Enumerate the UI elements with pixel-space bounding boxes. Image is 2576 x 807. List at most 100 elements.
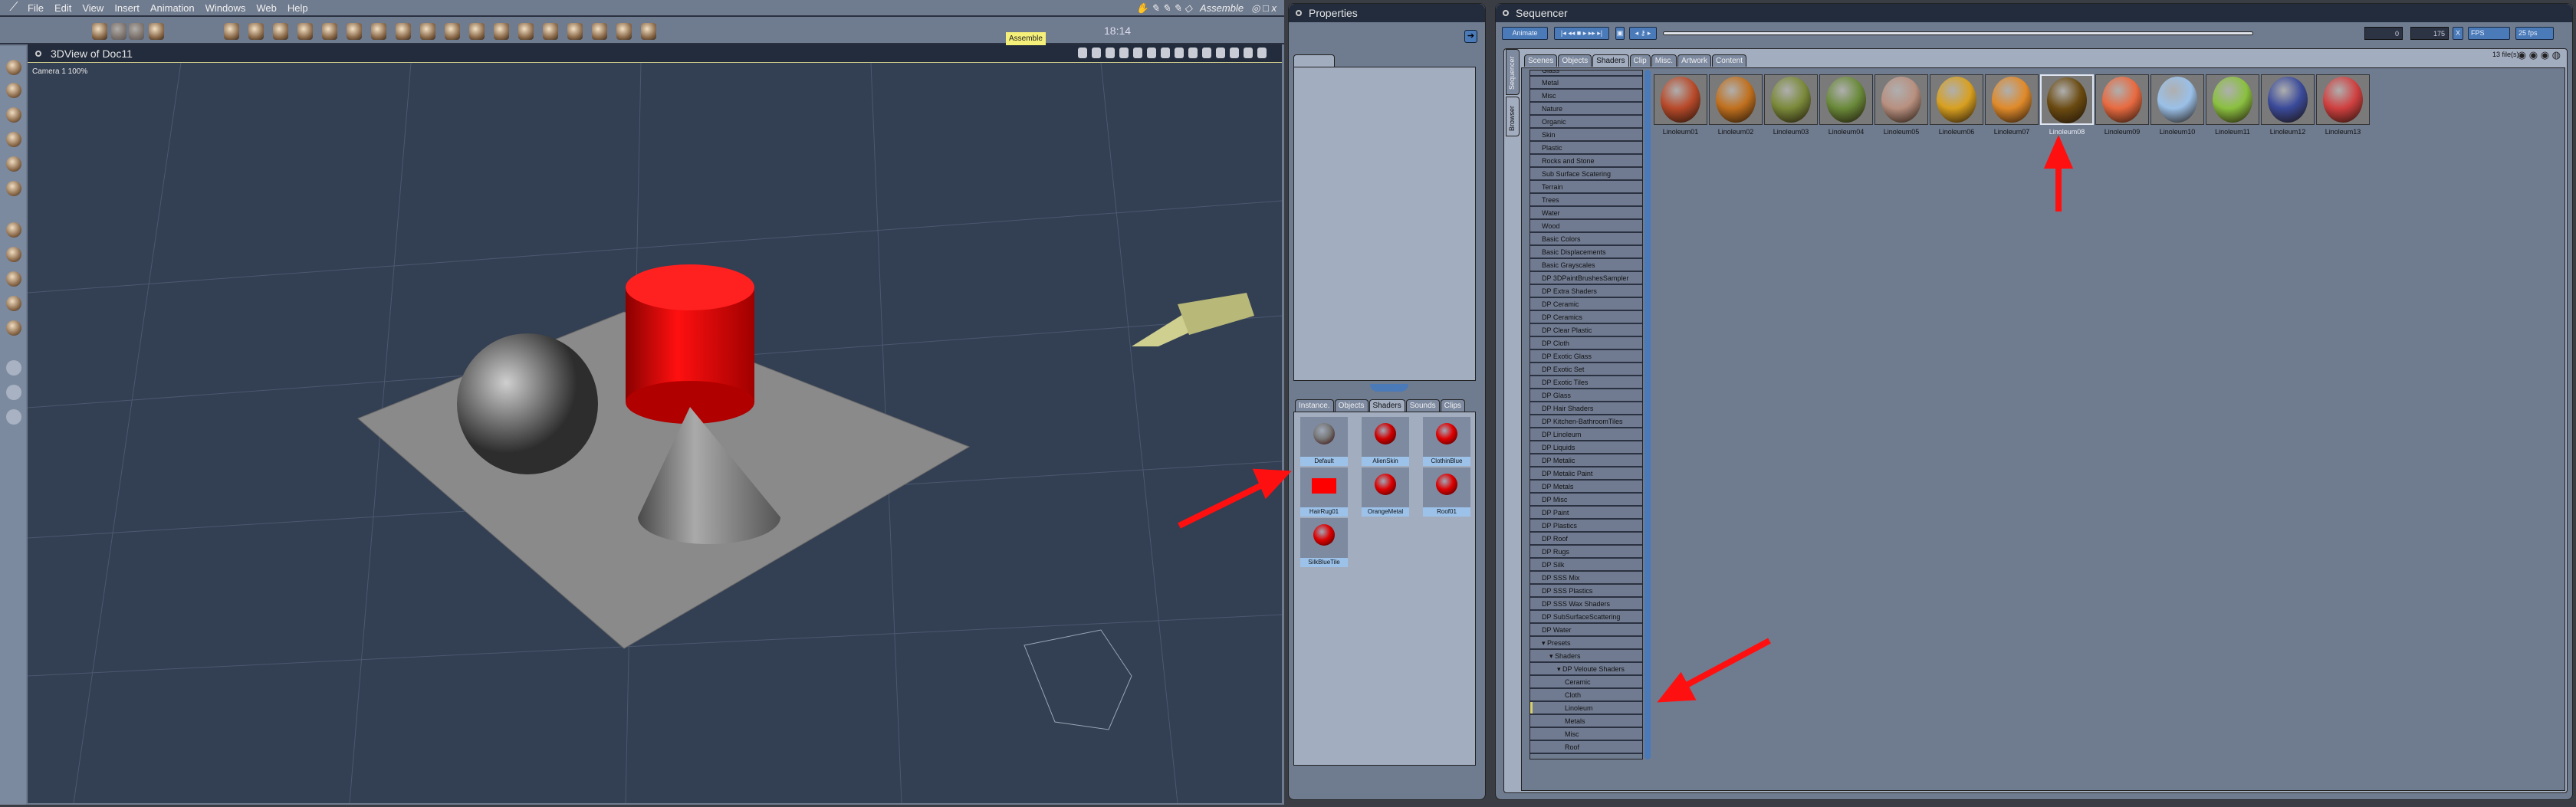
category-item[interactable]: DP Extra Shaders — [1530, 285, 1642, 298]
menu-animation[interactable]: Animation — [150, 2, 195, 14]
category-item[interactable]: Organic — [1530, 116, 1642, 129]
primitive-icon[interactable] — [273, 23, 288, 40]
camera-pan-icon[interactable] — [6, 247, 21, 262]
layout-icon[interactable] — [1175, 48, 1184, 58]
camera-orbit-icon[interactable] — [6, 271, 21, 287]
light-arrow[interactable] — [1132, 293, 1254, 346]
tab-objects[interactable]: Objects — [1334, 399, 1368, 412]
primitive-icon[interactable] — [592, 23, 607, 40]
tab-content[interactable]: Content — [1712, 54, 1747, 67]
window-menu-icon[interactable] — [1296, 10, 1302, 16]
tab-objects[interactable]: Objects — [1558, 54, 1592, 67]
sphere[interactable] — [457, 333, 598, 474]
primitive-icon[interactable] — [641, 23, 656, 40]
category-item[interactable]: Wood — [1530, 220, 1642, 233]
category-item[interactable]: Linoleum — [1530, 702, 1642, 715]
layout-icon[interactable] — [1147, 48, 1156, 58]
primitive-icon[interactable] — [224, 23, 239, 40]
category-item[interactable]: Rocks and Stone — [1530, 155, 1642, 168]
primitive-icon[interactable] — [297, 23, 313, 40]
category-item[interactable]: DP Silk — [1530, 559, 1642, 572]
shader-thumbnail[interactable]: Linoleum12 — [2261, 74, 2315, 140]
rotate-icon[interactable] — [6, 107, 21, 123]
category-item[interactable]: Metal — [1530, 77, 1642, 90]
category-item[interactable]: DP Exotic Set — [1530, 363, 1642, 376]
menu-file[interactable]: File — [28, 2, 44, 14]
shader-thumbnail[interactable]: Linoleum01 — [1654, 74, 1707, 140]
category-item[interactable]: DP Ceramic — [1530, 298, 1642, 311]
category-item[interactable]: DP Plastics — [1530, 520, 1642, 533]
category-item[interactable]: DP Exotic Glass — [1530, 350, 1642, 363]
shader-item[interactable]: SilkBlueTile — [1300, 518, 1348, 567]
category-item[interactable]: Plastic — [1530, 142, 1642, 155]
category-item[interactable]: DP Paint — [1530, 507, 1642, 520]
total-frames-field[interactable]: 175 — [2410, 27, 2449, 40]
window-menu-icon[interactable] — [35, 51, 41, 57]
primitive-icon[interactable] — [371, 23, 386, 40]
category-item[interactable]: DP Misc — [1530, 494, 1642, 507]
view-icon[interactable] — [1106, 48, 1115, 58]
category-item[interactable]: DP Liquids — [1530, 441, 1642, 454]
category-item[interactable]: DP Glass — [1530, 389, 1642, 402]
render-mode-icon[interactable] — [1202, 48, 1211, 58]
category-item[interactable]: ▾ Shaders — [1530, 650, 1642, 663]
primitive-icon[interactable] — [420, 23, 435, 40]
category-item[interactable]: DP Roof — [1530, 533, 1642, 546]
layout-icon[interactable] — [1161, 48, 1170, 58]
loop-icon[interactable]: X — [2453, 27, 2463, 40]
primitive-icon[interactable] — [469, 23, 485, 40]
shader-item[interactable]: HairRug01 — [1300, 467, 1348, 517]
scale-icon[interactable] — [6, 132, 21, 147]
primitive-icon[interactable] — [543, 23, 558, 40]
category-item[interactable]: ▾ Presets — [1530, 637, 1642, 650]
shader-item[interactable]: OrangeMetal — [1362, 467, 1409, 517]
shader-thumbnail[interactable]: Linoleum09 — [2095, 74, 2149, 140]
menu-web[interactable]: Web — [256, 2, 277, 14]
category-item[interactable]: Basic Grayscales — [1530, 259, 1642, 272]
fps-mode-select[interactable]: FPS — [2468, 27, 2510, 40]
shader-item[interactable]: Default — [1300, 417, 1348, 466]
category-item[interactable]: DP Rugs — [1530, 546, 1642, 559]
category-item[interactable]: DP Kitchen-BathroomTiles — [1530, 415, 1642, 428]
category-item[interactable]: Skin — [1530, 129, 1642, 142]
category-item[interactable]: Glass — [1530, 71, 1642, 77]
tab-browser[interactable]: Browser — [1506, 97, 1520, 136]
room-hand-icon[interactable]: ✋ ✎ ✎ ✎ ◇ — [1136, 2, 1192, 15]
window-menu-icon[interactable] — [1503, 10, 1509, 16]
tool-icon[interactable] — [92, 23, 107, 40]
shader-thumbnail[interactable]: Linoleum11 — [2206, 74, 2259, 140]
category-item[interactable]: DP Hair Shaders — [1530, 402, 1642, 415]
camera-icon[interactable] — [6, 360, 21, 376]
primitive-icon[interactable] — [445, 23, 460, 40]
category-item[interactable]: DP Water — [1530, 624, 1642, 637]
render-mode-icon[interactable] — [1244, 48, 1253, 58]
hand-icon[interactable] — [6, 385, 21, 400]
shader-item[interactable]: AlienSkin — [1362, 417, 1409, 466]
category-item[interactable]: DP Linoleum — [1530, 428, 1642, 441]
shader-thumbnail[interactable]: Linoleum05 — [1875, 74, 1928, 140]
category-item[interactable]: Nature — [1530, 103, 1642, 116]
category-item[interactable]: DP SubSurfaceScattering — [1530, 611, 1642, 624]
primitive-icon[interactable] — [518, 23, 534, 40]
view-icon[interactable] — [1078, 48, 1087, 58]
category-item[interactable]: Metals — [1530, 715, 1642, 728]
category-item[interactable]: Terrain — [1530, 181, 1642, 194]
menu-windows[interactable]: Windows — [205, 2, 246, 14]
tab-shaders[interactable]: Shaders — [1592, 54, 1629, 67]
category-item[interactable]: DP SSS Plastics — [1530, 585, 1642, 598]
category-item[interactable]: DP Metalic Paint — [1530, 467, 1642, 481]
menu-insert[interactable]: Insert — [114, 2, 140, 14]
tab-shaders[interactable]: Shaders — [1368, 399, 1405, 412]
keyframe-icon[interactable]: ▣ — [1615, 27, 1625, 40]
camera-move-icon[interactable] — [6, 222, 21, 238]
fps-select[interactable]: 25 fps — [2515, 27, 2554, 40]
shader-thumbnail[interactable]: Linoleum13 — [2316, 74, 2370, 140]
zoom-icon[interactable] — [6, 409, 21, 425]
shader-thumbnail[interactable]: Linoleum04 — [1819, 74, 1873, 140]
shader-thumbnail[interactable]: Linoleum10 — [2150, 74, 2204, 140]
category-item[interactable]: DP SSS Mix — [1530, 572, 1642, 585]
shader-item[interactable]: ClothinBlue — [1423, 417, 1470, 466]
category-item[interactable]: DP Clear Plastic — [1530, 324, 1642, 337]
category-item[interactable]: Cloth — [1530, 689, 1642, 702]
category-item[interactable]: DP Cloth — [1530, 337, 1642, 350]
